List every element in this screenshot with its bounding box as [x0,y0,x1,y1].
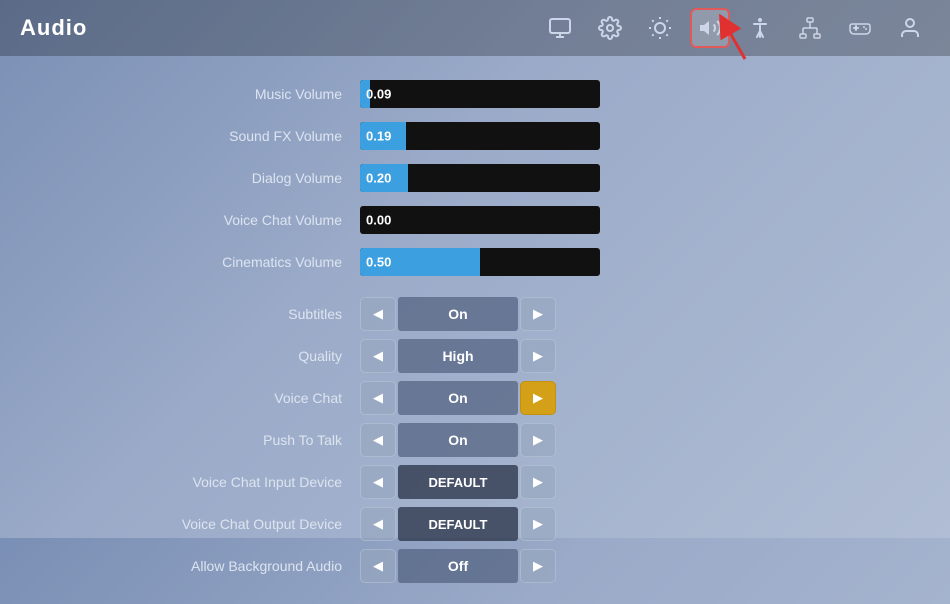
voice-output-left-arrow[interactable]: ◀ [360,507,396,541]
label-voice-output-device: Voice Chat Output Device [80,516,360,532]
quality-left-arrow[interactable]: ◀ [360,339,396,373]
background-audio-value: Off [398,549,518,583]
quality-value: High [398,339,518,373]
nav-icon-account[interactable] [890,8,930,48]
label-background-audio: Allow Background Audio [80,558,360,574]
nav-icon-brightness[interactable] [640,8,680,48]
slider-cinematics-volume[interactable]: 0.50 [360,248,600,276]
push-to-talk-left-arrow[interactable]: ◀ [360,423,396,457]
nav-icon-audio[interactable] [690,8,730,48]
row-voicechat-volume: Voice Chat Volume 0.00 [80,202,870,238]
nav-icon-monitor[interactable] [540,8,580,48]
row-voice-output-device: Voice Chat Output Device ◀ DEFAULT ▶ [80,506,870,542]
voice-output-right-arrow[interactable]: ▶ [520,507,556,541]
row-subtitles: Subtitles ◀ On ▶ [80,296,870,332]
row-background-audio: Allow Background Audio ◀ Off ▶ [80,548,870,584]
voice-input-right-arrow[interactable]: ▶ [520,465,556,499]
row-soundfx-volume: Sound FX Volume 0.19 [80,118,870,154]
toggle-voice-output-device: ◀ DEFAULT ▶ [360,507,556,541]
label-subtitles: Subtitles [80,306,360,322]
background-audio-right-arrow[interactable]: ▶ [520,549,556,583]
toggle-voice-input-device: ◀ DEFAULT ▶ [360,465,556,499]
quality-right-arrow[interactable]: ▶ [520,339,556,373]
nav-icons [540,8,930,48]
toggle-push-to-talk: ◀ On ▶ [360,423,556,457]
toggle-subtitles: ◀ On ▶ [360,297,556,331]
push-to-talk-right-arrow[interactable]: ▶ [520,423,556,457]
row-quality: Quality ◀ High ▶ [80,338,870,374]
row-dialog-volume: Dialog Volume 0.20 [80,160,870,196]
subtitles-right-arrow[interactable]: ▶ [520,297,556,331]
toggle-voice-chat: ◀ On ▶ [360,381,556,415]
value-cinematics-volume: 0.50 [366,255,391,270]
background-audio-left-arrow[interactable]: ◀ [360,549,396,583]
label-cinematics-volume: Cinematics Volume [80,254,360,270]
label-quality: Quality [80,348,360,364]
toggle-quality: ◀ High ▶ [360,339,556,373]
label-voice-chat: Voice Chat [80,390,360,406]
row-push-to-talk: Push To Talk ◀ On ▶ [80,422,870,458]
label-dialog-volume: Dialog Volume [80,170,360,186]
label-voicechat-volume: Voice Chat Volume [80,212,360,228]
voice-chat-right-arrow[interactable]: ▶ [520,381,556,415]
row-voice-chat: Voice Chat ◀ On ▶ [80,380,870,416]
value-soundfx-volume: 0.19 [366,129,391,144]
voice-chat-value: On [398,381,518,415]
page-title: Audio [20,15,540,41]
label-voice-input-device: Voice Chat Input Device [80,474,360,490]
row-voice-input-device: Voice Chat Input Device ◀ DEFAULT ▶ [80,464,870,500]
row-music-volume: Music Volume 0.09 [80,76,870,112]
voice-input-left-arrow[interactable]: ◀ [360,465,396,499]
header: Audio [0,0,950,56]
value-music-volume: 0.09 [366,87,391,102]
value-dialog-volume: 0.20 [366,171,391,186]
row-cinematics-volume: Cinematics Volume 0.50 [80,244,870,280]
label-soundfx-volume: Sound FX Volume [80,128,360,144]
nav-icon-controller[interactable] [840,8,880,48]
toggle-background-audio: ◀ Off ▶ [360,549,556,583]
settings-content: Music Volume 0.09 Sound FX Volume 0.19 D… [0,56,950,604]
slider-dialog-volume[interactable]: 0.20 [360,164,600,192]
nav-icon-accessibility[interactable] [740,8,780,48]
push-to-talk-value: On [398,423,518,457]
subtitles-left-arrow[interactable]: ◀ [360,297,396,331]
voice-chat-left-arrow[interactable]: ◀ [360,381,396,415]
label-music-volume: Music Volume [80,86,360,102]
subtitles-value: On [398,297,518,331]
nav-icon-settings[interactable] [590,8,630,48]
value-voicechat-volume: 0.00 [366,213,391,228]
slider-music-volume[interactable]: 0.09 [360,80,600,108]
voice-output-value: DEFAULT [398,507,518,541]
voice-input-value: DEFAULT [398,465,518,499]
slider-soundfx-volume[interactable]: 0.19 [360,122,600,150]
slider-voicechat-volume[interactable]: 0.00 [360,206,600,234]
nav-icon-network[interactable] [790,8,830,48]
label-push-to-talk: Push To Talk [80,432,360,448]
